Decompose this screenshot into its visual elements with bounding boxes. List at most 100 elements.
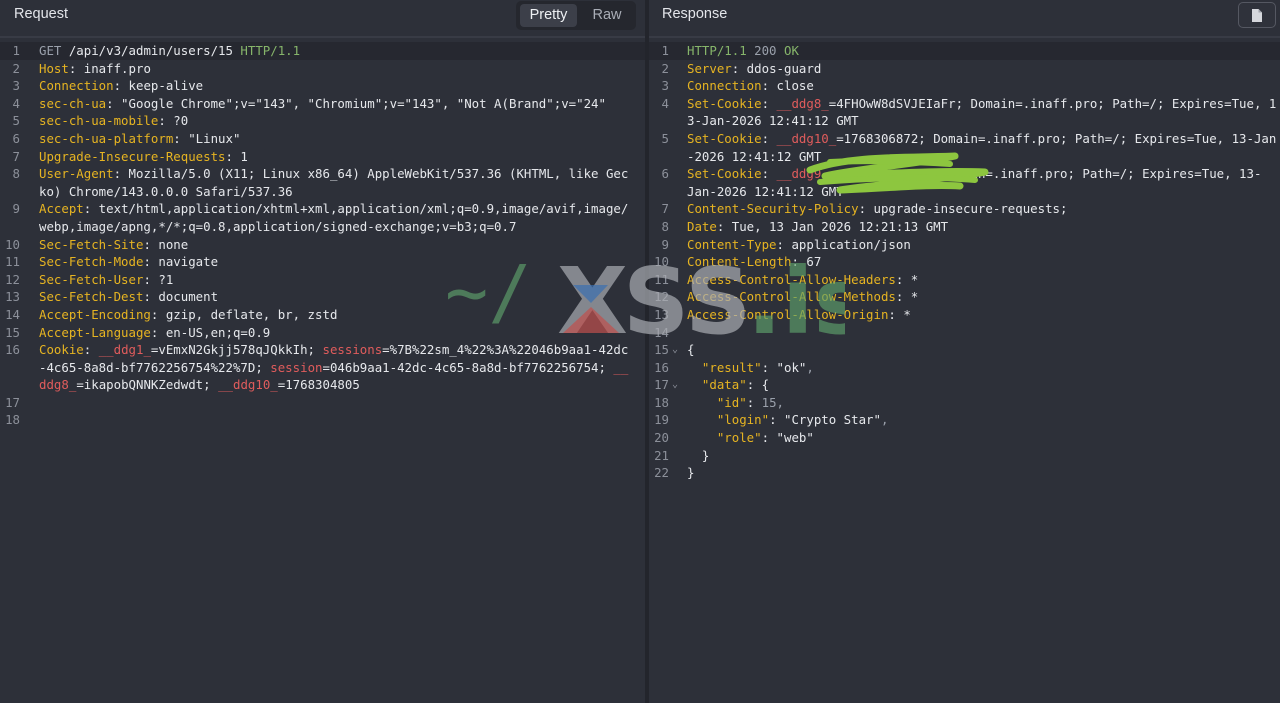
line-number: 7 <box>661 201 669 217</box>
code-token: ddg8_ <box>39 377 77 393</box>
code-line[interactable]: 8 User-Agent: Mozilla/5.0 (X11; Linux x86… <box>0 165 645 183</box>
code-line[interactable]: 5 sec-ch-ua-mobile: ?0 <box>0 112 645 130</box>
code-line[interactable]: 21 } <box>649 447 1280 465</box>
line-content: Access-Control-Allow-Headers: * <box>687 271 918 289</box>
code-line[interactable]: ko) Chrome/143.0.0.0 Safari/537.36 <box>0 183 645 201</box>
code-line[interactable]: 15 ⌄ { <box>649 341 1280 359</box>
code-token: Upgrade-Insecure-Requests <box>39 148 226 164</box>
code-line[interactable]: 10 Content-Length: 67 <box>649 253 1280 271</box>
line-content: Content-Security-Policy: upgrade-insecur… <box>687 200 1067 218</box>
code-token: : 67 <box>791 254 822 270</box>
code-line[interactable]: 15 Accept-Language: en-US,en;q=0.9 <box>0 324 645 342</box>
line-content: Set-Cookie: __ddg10_=1768306872; Domain=… <box>687 130 1276 148</box>
line-content: "result": "ok", <box>687 359 814 377</box>
code-line[interactable]: 5 Set-Cookie: __ddg10_=1768306872; Domain… <box>649 130 1280 148</box>
code-token: : gzip, deflate, br, zstd <box>150 306 338 322</box>
line-number: 22 <box>654 465 669 481</box>
code-token: Connection <box>687 78 762 94</box>
code-token: /api/v3/admin/users/15 <box>68 43 241 58</box>
code-line[interactable]: 1 HTTP/1.1 200 OK <box>649 42 1280 60</box>
code-line[interactable]: 14 <box>649 324 1280 342</box>
code-line[interactable]: 11 Sec-Fetch-Mode: navigate <box>0 253 645 271</box>
code-token: Server <box>687 60 732 76</box>
code-token: __ddg10_ <box>218 377 278 393</box>
code-line[interactable]: 17 ⌄ "data": { <box>649 376 1280 394</box>
code-token: , <box>806 359 814 375</box>
line-content: webp,image/apng,*/*;q=0.8,application/si… <box>39 218 516 236</box>
line-content: sec-ch-ua-platform: "Linux" <box>39 130 240 148</box>
chevron-down-icon[interactable]: ⌄ <box>672 341 678 359</box>
code-token: GET <box>39 43 69 58</box>
line-number: 16 <box>654 359 669 375</box>
code-line[interactable]: 3 Connection: close <box>649 77 1280 95</box>
code-line[interactable]: 13 Sec-Fetch-Dest: document <box>0 288 645 306</box>
code-line[interactable]: 16 Cookie: __ddg1_=vEmxN2Gkjj578qJQkkIh; … <box>0 341 645 359</box>
pretty-button[interactable]: Pretty <box>520 4 577 27</box>
code-line[interactable]: 1 GET /api/v3/admin/users/15 HTTP/1.1 <box>0 42 645 60</box>
code-token: Content-Security-Policy <box>687 201 859 217</box>
line-content: } <box>687 447 709 465</box>
code-line[interactable]: 19 "login": "Crypto Star", <box>649 411 1280 429</box>
chevron-down-icon[interactable]: ⌄ <box>672 376 678 394</box>
code-line[interactable]: 11 Access-Control-Allow-Headers: * <box>649 271 1280 289</box>
line-number: 11 <box>654 271 669 287</box>
code-line[interactable]: 14 Accept-Encoding: gzip, deflate, br, zs… <box>0 306 645 324</box>
code-token: "result" <box>687 359 762 375</box>
code-line[interactable]: 4 sec-ch-ua: "Google Chrome";v="143", "Ch… <box>0 95 645 113</box>
code-line[interactable]: 12 Access-Control-Allow-Methods: * <box>649 288 1280 306</box>
line-number: 8 <box>661 218 669 234</box>
code-line[interactable]: 18 <box>0 411 645 429</box>
code-token: : 1 <box>225 148 248 164</box>
line-content: sec-ch-ua: "Google Chrome";v="143", "Chr… <box>39 95 606 113</box>
copy-response-button[interactable] <box>1238 2 1276 28</box>
code-line[interactable]: 12 Sec-Fetch-User: ?1 <box>0 271 645 289</box>
line-number: 20 <box>654 430 669 446</box>
code-token: =ikapobQNNKZedwdt; <box>76 377 219 393</box>
code-token: =1768304805 <box>277 377 360 393</box>
code-line[interactable]: 20 "role": "web" <box>649 429 1280 447</box>
line-number: 4 <box>661 95 669 111</box>
line-content: Connection: keep-alive <box>39 77 203 95</box>
code-token: HTTP/1.1 <box>687 43 755 58</box>
line-content: Set-Cookie: __ddg8_=4FHOwW8dSVJEIaFr; Do… <box>687 95 1276 113</box>
line-number: 17 <box>654 377 669 393</box>
code-line[interactable]: 4 Set-Cookie: __ddg8_=4FHOwW8dSVJEIaFr; D… <box>649 95 1280 113</box>
code-token: : keep-alive <box>113 78 204 94</box>
code-token: __ddg8_ <box>776 95 829 111</box>
code-line[interactable]: 2 Server: ddos-guard <box>649 60 1280 78</box>
code-line[interactable]: 6 sec-ch-ua-platform: "Linux" <box>0 130 645 148</box>
line-number: 9 <box>661 236 669 252</box>
raw-button[interactable]: Raw <box>582 4 632 27</box>
code-line[interactable]: 9 Content-Type: application/json <box>649 236 1280 254</box>
code-line[interactable]: 10 Sec-Fetch-Site: none <box>0 236 645 254</box>
code-line[interactable]: 17 <box>0 394 645 412</box>
code-line[interactable]: ddg8_=ikapobQNNKZedwdt; __ddg10_=1768304… <box>0 376 645 394</box>
code-line[interactable]: 18 "id": 15, <box>649 394 1280 412</box>
code-line[interactable]: 8 Date: Tue, 13 Jan 2026 12:21:13 GMT <box>649 218 1280 236</box>
code-line[interactable]: 13 Access-Control-Allow-Origin: * <box>649 306 1280 324</box>
response-editor[interactable]: 1 HTTP/1.1 200 OK 2 Server: ddos-guard 3 Conn… <box>649 42 1280 482</box>
code-token: __ddg1_ <box>98 342 151 358</box>
code-token: ko) Chrome/143.0.0.0 Safari/537.36 <box>39 183 293 199</box>
code-line[interactable]: 2 Host: inaff.pro <box>0 60 645 78</box>
code-token: "id" <box>687 394 747 410</box>
code-line[interactable]: 7 Content-Security-Policy: upgrade-insecu… <box>649 200 1280 218</box>
line-number: 19 <box>654 412 669 428</box>
line-number: 11 <box>5 254 20 270</box>
code-line[interactable]: 3-Jan-2026 12:41:12 GMT <box>649 112 1280 130</box>
code-token: : navigate <box>143 254 219 270</box>
code-token: : * <box>895 289 919 305</box>
request-editor[interactable]: 1 GET /api/v3/admin/users/15 HTTP/1.1 2 Hos… <box>0 42 645 429</box>
code-line[interactable]: 7 Upgrade-Insecure-Requests: 1 <box>0 148 645 166</box>
code-line[interactable]: 3 Connection: keep-alive <box>0 77 645 95</box>
code-token: Set-Cookie <box>687 95 762 111</box>
code-line[interactable]: 9 Accept: text/html,application/xhtml+xml… <box>0 200 645 218</box>
line-content: GET /api/v3/admin/users/15 HTTP/1.1 <box>39 42 300 60</box>
line-content: "id": 15, <box>687 394 784 412</box>
code-line[interactable]: 16 "result": "ok", <box>649 359 1280 377</box>
code-line[interactable]: 22} <box>649 464 1280 482</box>
code-line[interactable]: -4c65-8a8d-bf7762256754%22%7D; session=0… <box>0 359 645 377</box>
code-line[interactable]: webp,image/apng,*/*;q=0.8,application/si… <box>0 218 645 236</box>
line-content: Upgrade-Insecure-Requests: 1 <box>39 148 248 166</box>
line-content: Accept-Language: en-US,en;q=0.9 <box>39 324 270 342</box>
